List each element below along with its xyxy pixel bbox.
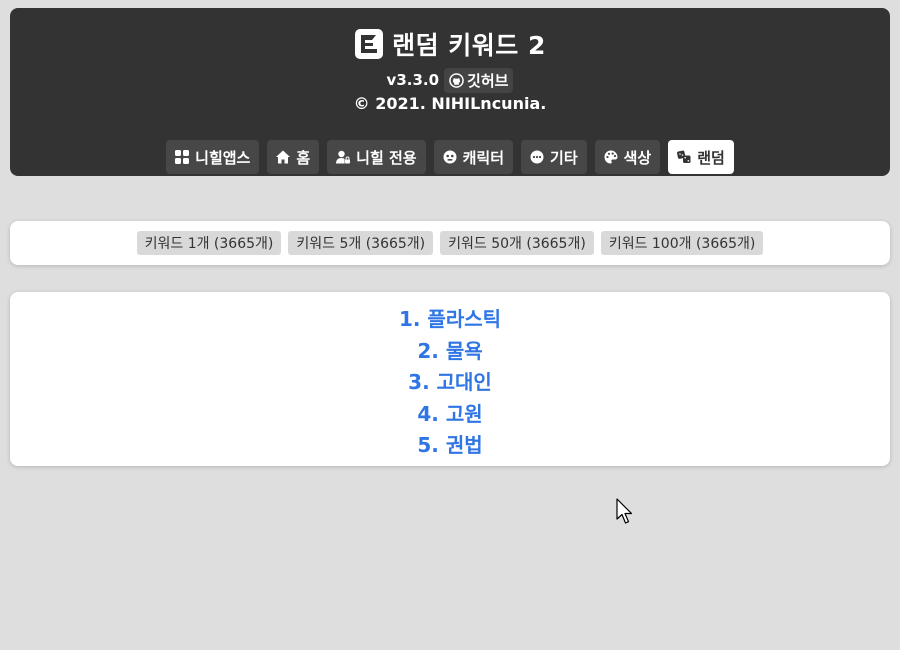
dice-icon bbox=[677, 150, 691, 163]
keyword-100-button[interactable]: 키워드 100개 (3665개) bbox=[600, 231, 764, 255]
keyword-item: 1. 플라스틱 bbox=[398, 307, 502, 331]
nav-label: 캐릭터 bbox=[462, 148, 505, 167]
nav-label: 랜덤 bbox=[697, 148, 725, 167]
nav-label: 홈 bbox=[296, 148, 311, 167]
nav-label: 니힐앱스 bbox=[195, 148, 251, 167]
palette-icon bbox=[604, 150, 618, 164]
copyright-text: © 2021. NIHILncunia. bbox=[353, 94, 547, 113]
keyword-50-button[interactable]: 키워드 50개 (3665개) bbox=[440, 231, 594, 255]
mouse-pointer-icon bbox=[616, 498, 633, 524]
nav-label: 색상 bbox=[623, 148, 652, 167]
github-label: 깃허브 bbox=[467, 71, 509, 90]
keyword-5-button[interactable]: 키워드 5개 (3665개) bbox=[288, 231, 434, 255]
keyword-item: 2. 물욕 bbox=[417, 338, 483, 363]
keyword-1-button[interactable]: 키워드 1개 (3665개) bbox=[136, 231, 282, 255]
keyword-results-panel: 1. 플라스틱 2. 물욕 3. 고대인 4. 고원 5. 권법 bbox=[10, 292, 890, 466]
title-row: 랜덤 키워드 2 bbox=[10, 26, 890, 62]
nav-item-random[interactable]: 랜덤 bbox=[668, 140, 734, 174]
grid-icon bbox=[175, 150, 190, 164]
keyword-item: 5. 권법 bbox=[417, 433, 483, 457]
version-text: v3.3.0 bbox=[386, 71, 440, 89]
user-lock-icon bbox=[336, 150, 351, 164]
keyword-item: 4. 고원 bbox=[417, 401, 483, 426]
nav-label: 니힐 전용 bbox=[356, 148, 417, 167]
keyword-options-panel: 키워드 1개 (3665개) 키워드 5개 (3665개) 키워드 50개 (3… bbox=[10, 221, 890, 265]
face-icon bbox=[443, 150, 457, 164]
nav-item-nihil-only[interactable]: 니힐 전용 bbox=[327, 140, 426, 174]
app-title: 랜덤 키워드 2 bbox=[392, 31, 546, 60]
app-logo-icon bbox=[355, 29, 384, 59]
github-icon bbox=[449, 72, 464, 88]
keyword-item: 3. 고대인 bbox=[408, 370, 492, 394]
nav-item-character[interactable]: 캐릭터 bbox=[433, 140, 514, 174]
app-header: 랜덤 키워드 2 v3.3.0 깃허브 © 2021. NIHILncunia.… bbox=[10, 8, 890, 176]
nav-item-color[interactable]: 색상 bbox=[594, 140, 661, 174]
github-link[interactable]: 깃허브 bbox=[444, 67, 514, 93]
home-icon bbox=[276, 150, 291, 164]
main-nav: 니힐앱스 홈 니힐 전용 캐릭터 기타 색상 랜덤 bbox=[10, 140, 890, 174]
nav-item-etc[interactable]: 기타 bbox=[521, 140, 587, 174]
nav-item-nihil-apps[interactable]: 니힐앱스 bbox=[166, 140, 260, 174]
version-row: v3.3.0 깃허브 bbox=[10, 67, 890, 93]
nav-label: 기타 bbox=[550, 148, 578, 167]
ellipsis-icon bbox=[530, 150, 544, 164]
keyword-list: 1. 플라스틱 2. 물욕 3. 고대인 4. 고원 5. 권법 bbox=[10, 304, 890, 462]
nav-item-home[interactable]: 홈 bbox=[267, 140, 320, 174]
